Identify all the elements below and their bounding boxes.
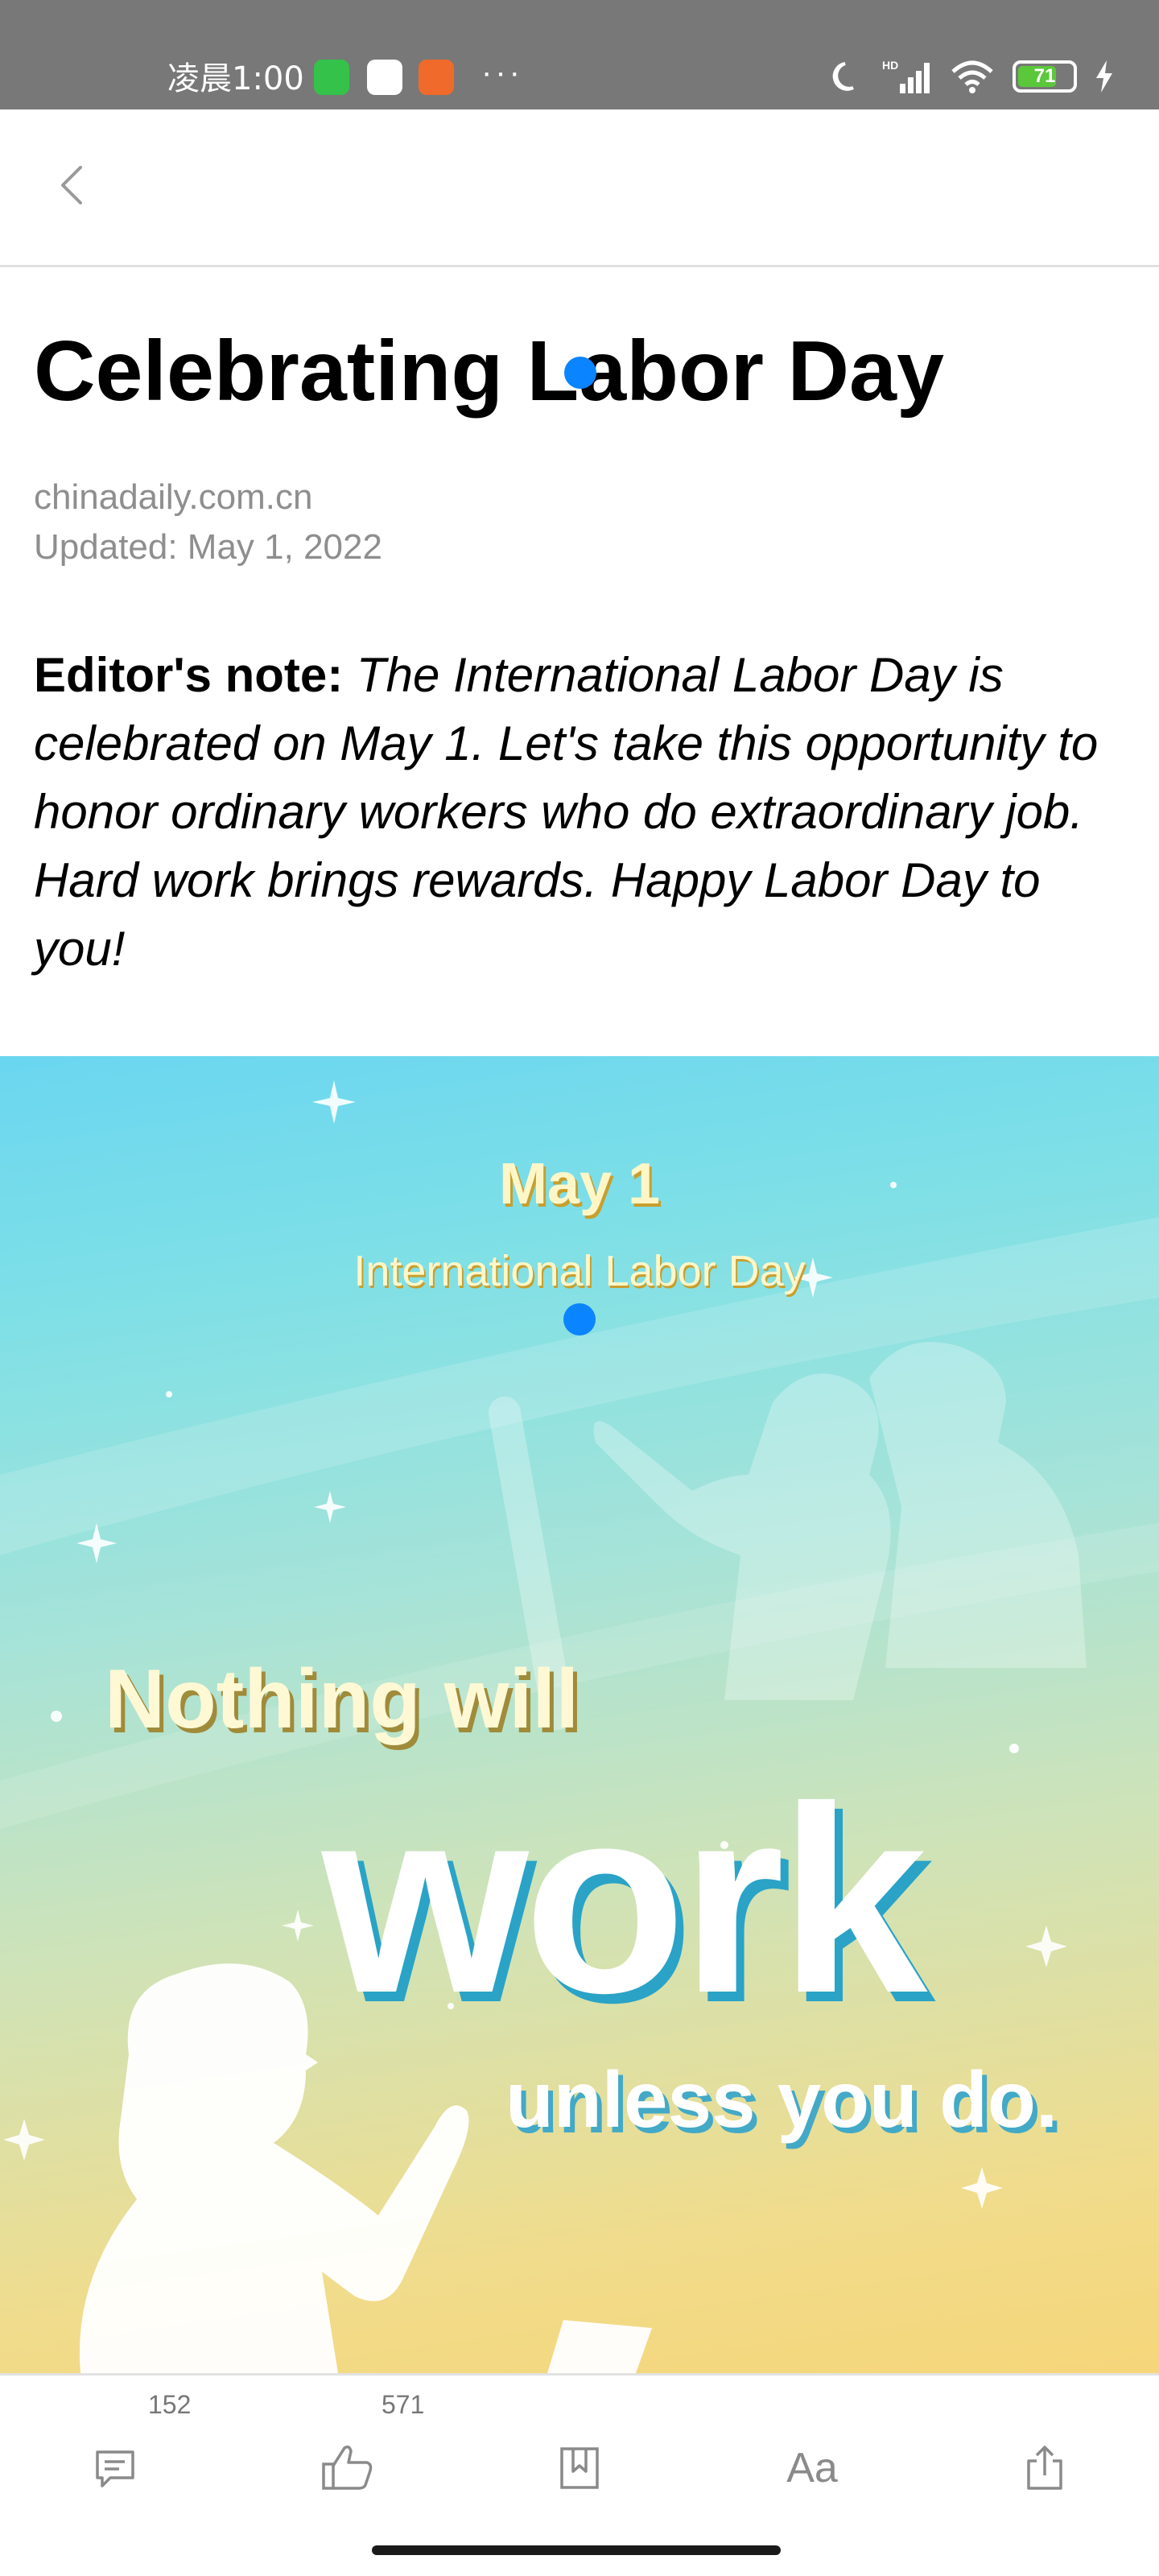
battery-level: 71: [1033, 65, 1056, 87]
hero-date-text: May 1: [498, 1152, 661, 1216]
hero-quote-line-2: work: [322, 1751, 927, 2048]
share-button[interactable]: [1008, 2432, 1081, 2504]
hero-quote-line-1: Nothing will: [105, 1653, 580, 1746]
status-indicators: HD 71: [829, 58, 1114, 95]
bookmark-icon: [560, 2447, 599, 2489]
notification-app-icon: [419, 60, 454, 95]
thumbs-up-icon: [322, 2445, 373, 2490]
touch-indicator: [563, 1303, 596, 1335]
like-count: 571: [382, 2390, 425, 2419]
more-notifications-icon: ···: [481, 55, 523, 90]
home-indicator[interactable]: [372, 2545, 781, 2555]
article-updated-date: Updated: May 1, 2022: [34, 527, 382, 567]
moon-icon: [832, 62, 854, 91]
like-button[interactable]: [311, 2432, 384, 2504]
share-icon: [1027, 2446, 1062, 2490]
article-hero-image[interactable]: May 1 International Labor Day Nothing wi…: [0, 1056, 1159, 2373]
hero-subtitle-text: International Labor Day: [353, 1247, 806, 1295]
back-button[interactable]: [48, 159, 100, 211]
comment-count: 152: [148, 2390, 192, 2419]
status-time: 凌晨1:00: [167, 60, 304, 97]
bookmark-button[interactable]: [543, 2432, 616, 2504]
wifi-icon: [951, 60, 993, 93]
editors-note: Editor's note: The International Labor D…: [34, 641, 1136, 983]
font-size-button[interactable]: Aa: [776, 2432, 848, 2504]
notification-app-icon: [367, 60, 402, 95]
svg-text:HD: HD: [882, 59, 898, 72]
nav-bar: [0, 109, 1159, 267]
charging-bolt-icon: [1096, 60, 1112, 93]
article-source: chinadaily.com.cn: [34, 477, 313, 517]
touch-indicator: [564, 357, 596, 389]
battery-icon: 71: [1013, 60, 1077, 93]
comment-icon: [96, 2450, 134, 2487]
hero-quote-line-3: unless you do.: [505, 2055, 1058, 2144]
cellular-signal-icon: HD: [882, 59, 930, 93]
editors-note-label: Editor's note:: [34, 648, 344, 702]
status-bar: 凌晨1:00 ··· HD 71: [0, 0, 1159, 109]
notification-app-icon: [314, 60, 349, 95]
comment-button[interactable]: [79, 2432, 151, 2504]
font-size-icon: Aa: [786, 2445, 838, 2491]
